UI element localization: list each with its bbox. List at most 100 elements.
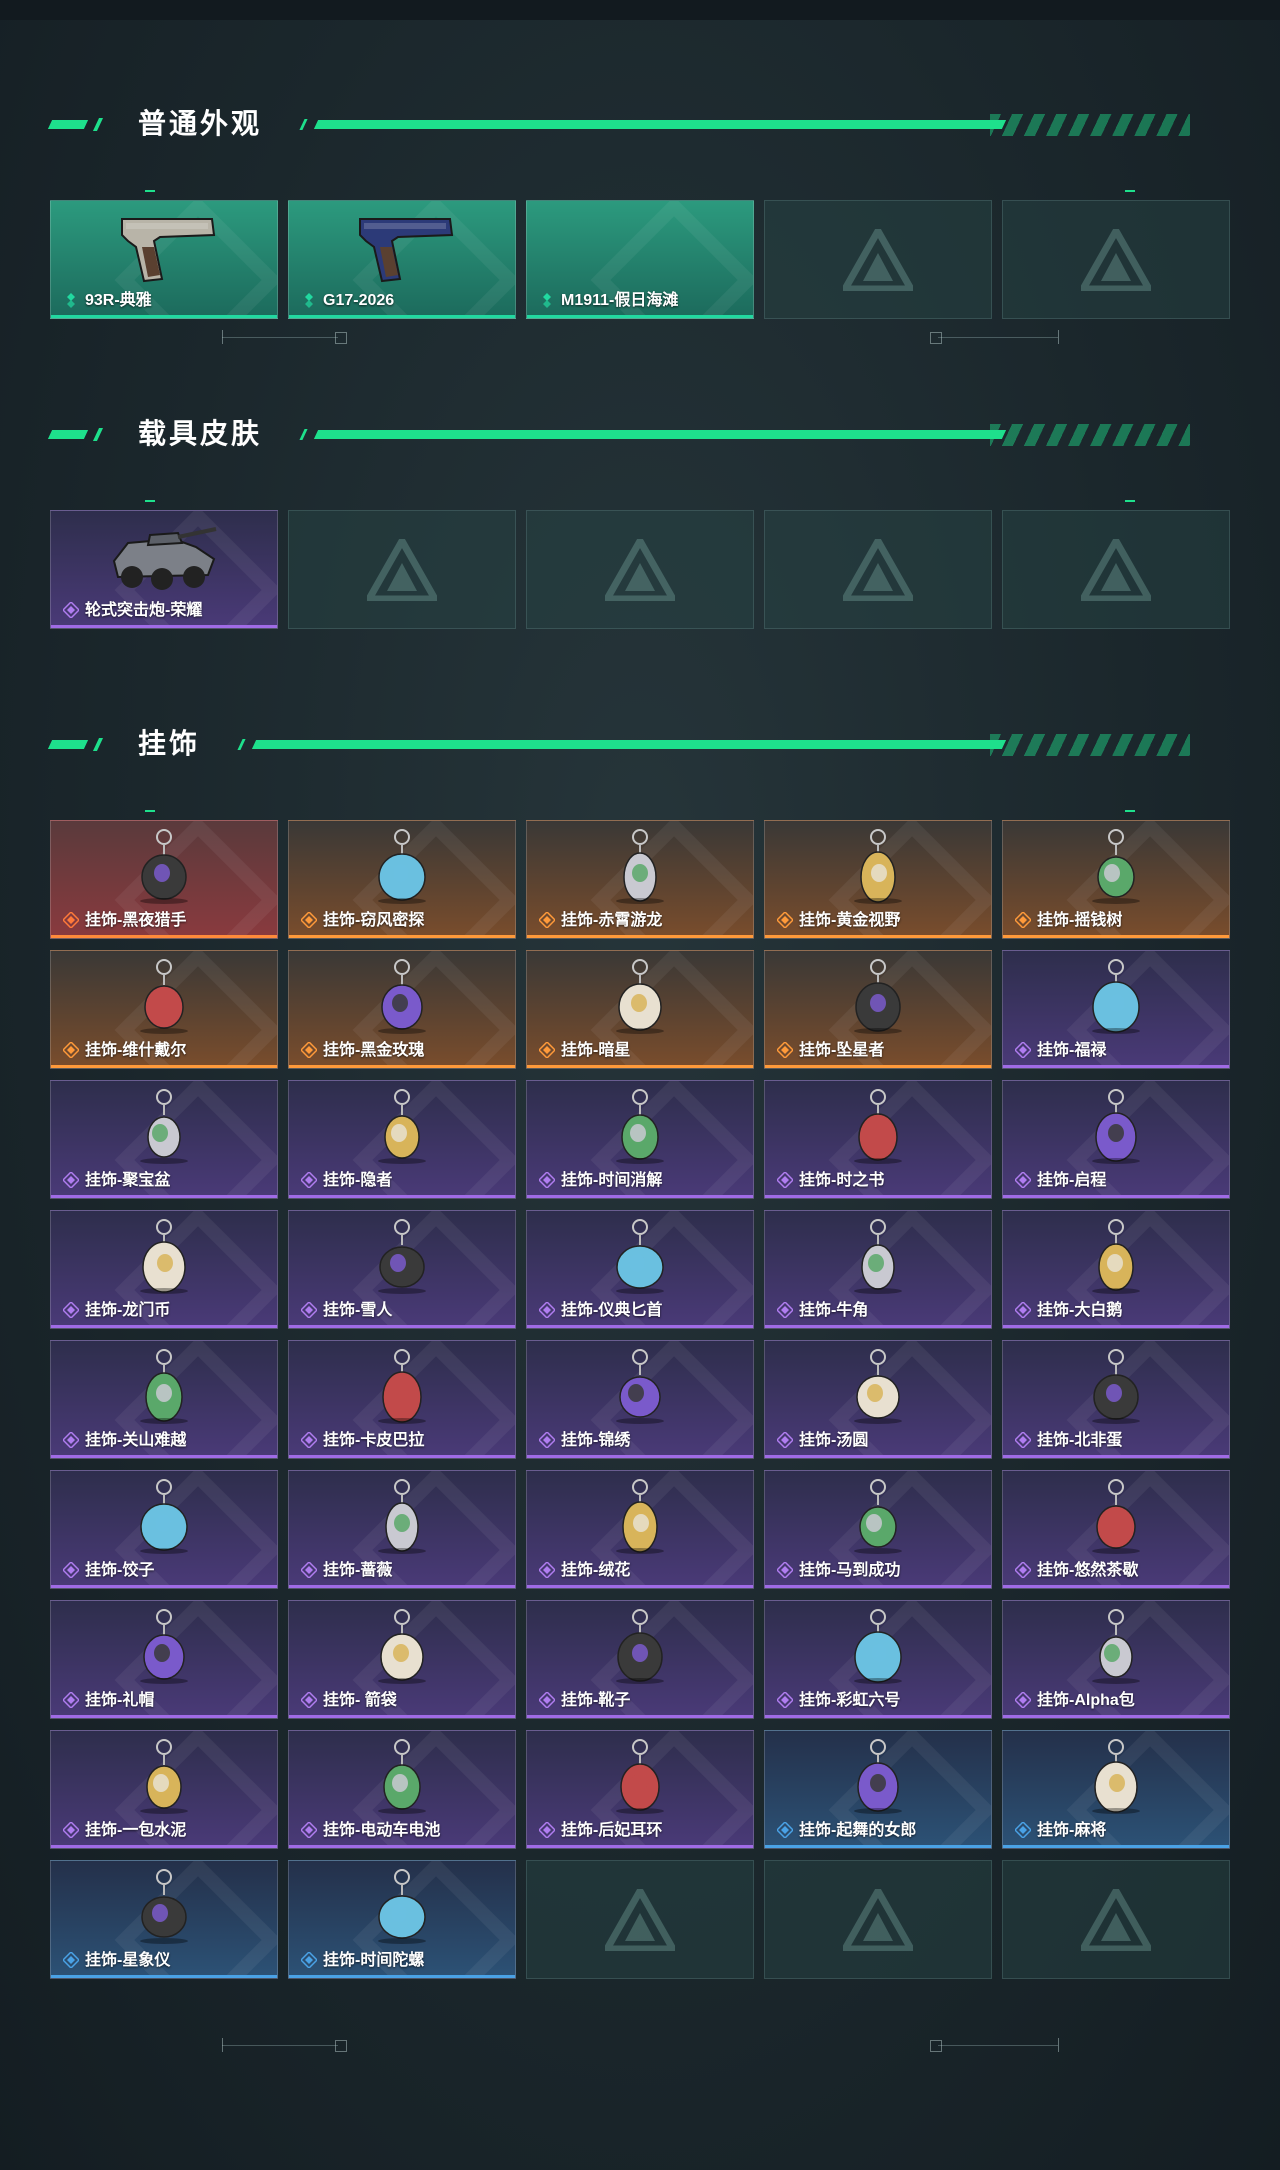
item-card[interactable]: 挂饰-靴子 xyxy=(526,1600,754,1719)
item-card[interactable]: 轮式突击炮-荣耀 xyxy=(50,510,278,629)
rarity-icon xyxy=(299,1040,319,1060)
deco-ruler-square xyxy=(930,2040,942,2052)
item-card[interactable]: G17-2026 xyxy=(288,200,516,319)
item-card[interactable]: 挂饰-电动车电池 xyxy=(288,1730,516,1849)
item-name: 挂饰-时间消解 xyxy=(561,1172,663,1189)
item-card[interactable]: 挂饰-赤霄游龙 xyxy=(526,820,754,939)
rarity-icon xyxy=(537,1430,557,1450)
item-card[interactable]: 挂饰-黑金玫瑰 xyxy=(288,950,516,1069)
rarity-icon xyxy=(61,1950,81,1970)
item-card[interactable]: 挂饰-暗星 xyxy=(526,950,754,1069)
charm-icon xyxy=(818,1347,938,1425)
rarity-icon xyxy=(537,910,557,930)
item-card[interactable]: 挂饰-坠星者 xyxy=(764,950,992,1069)
item-card[interactable]: 挂饰-黄金视野 xyxy=(764,820,992,939)
item-card[interactable]: 挂饰-牛角 xyxy=(764,1210,992,1329)
rarity-icon xyxy=(537,1170,557,1190)
item-name: 挂饰-隐者 xyxy=(323,1172,393,1189)
charm-icon xyxy=(342,1737,462,1815)
charm-icon xyxy=(580,1737,700,1815)
rarity-underline xyxy=(51,625,277,628)
item-card[interactable]: 挂饰-大白鹅 xyxy=(1002,1210,1230,1329)
item-name: 挂饰-赤霄游龙 xyxy=(561,912,663,929)
item-card[interactable]: 挂饰-马到成功 xyxy=(764,1470,992,1589)
charm-icon xyxy=(104,1737,224,1815)
item-card[interactable]: 挂饰-一包水泥 xyxy=(50,1730,278,1849)
item-card[interactable]: 挂饰-时间消解 xyxy=(526,1080,754,1199)
item-card[interactable]: 挂饰-启程 xyxy=(1002,1080,1230,1199)
item-card[interactable]: 挂饰-关山难越 xyxy=(50,1340,278,1459)
charm-icon xyxy=(1056,1607,1176,1685)
charm-icon xyxy=(580,1217,700,1295)
charm-icon xyxy=(342,827,462,905)
item-name: 挂饰-悠然茶歇 xyxy=(1037,1562,1139,1579)
item-name: 挂饰-黑夜猎手 xyxy=(85,912,187,929)
item-card[interactable]: 挂饰-隐者 xyxy=(288,1080,516,1199)
item-card[interactable]: 挂饰-仪典匕首 xyxy=(526,1210,754,1329)
item-name: 挂饰-摇钱树 xyxy=(1037,912,1123,929)
rarity-underline xyxy=(51,1325,277,1328)
item-name: 挂饰-维什戴尔 xyxy=(85,1042,187,1059)
rarity-icon xyxy=(299,1820,319,1840)
item-card[interactable]: 挂饰-北非蛋 xyxy=(1002,1340,1230,1459)
charm-icon xyxy=(580,1087,700,1165)
rarity-underline xyxy=(765,1455,991,1458)
rarity-icon xyxy=(539,292,555,308)
charm-icon xyxy=(1056,957,1176,1035)
item-card[interactable]: 挂饰- 箭袋 xyxy=(288,1600,516,1719)
rarity-icon xyxy=(63,292,79,308)
rarity-underline xyxy=(1003,1455,1229,1458)
charm-icon xyxy=(342,957,462,1035)
deco-dash xyxy=(145,500,155,502)
item-card[interactable]: 挂饰-福禄 xyxy=(1002,950,1230,1069)
charm-icon xyxy=(818,1217,938,1295)
item-card[interactable]: 挂饰-聚宝盆 xyxy=(50,1080,278,1199)
item-card[interactable]: 挂饰-卡皮巴拉 xyxy=(288,1340,516,1459)
item-card[interactable]: 挂饰-窃风密探 xyxy=(288,820,516,939)
item-card[interactable]: 挂饰-蔷薇 xyxy=(288,1470,516,1589)
item-card[interactable]: 挂饰-黑夜猎手 xyxy=(50,820,278,939)
item-name: 挂饰-Alpha包 xyxy=(1037,1692,1135,1709)
item-card[interactable]: 挂饰-彩虹六号 xyxy=(764,1600,992,1719)
item-name: 挂饰-星象仪 xyxy=(85,1952,171,1969)
rarity-underline xyxy=(51,935,277,938)
header-accent-bar xyxy=(47,120,89,129)
item-card[interactable]: 挂饰-摇钱树 xyxy=(1002,820,1230,939)
charm-icon xyxy=(104,957,224,1035)
charm-icon xyxy=(104,1867,224,1945)
section-title: 普通外观 xyxy=(138,108,263,139)
logo-emblem-icon xyxy=(600,533,680,603)
item-card[interactable]: 挂饰-汤圆 xyxy=(764,1340,992,1459)
item-card[interactable]: 挂饰-礼帽 xyxy=(50,1600,278,1719)
item-card[interactable]: 挂饰-龙门币 xyxy=(50,1210,278,1329)
item-card[interactable]: 93R-典雅 xyxy=(50,200,278,319)
item-card[interactable]: 挂饰-雪人 xyxy=(288,1210,516,1329)
rarity-underline xyxy=(289,1975,515,1978)
charm-icon xyxy=(342,1347,462,1425)
item-card[interactable]: 挂饰-悠然茶歇 xyxy=(1002,1470,1230,1589)
item-card[interactable]: 挂饰-麻将 xyxy=(1002,1730,1230,1849)
charm-icon xyxy=(104,827,224,905)
rarity-icon xyxy=(1013,1430,1033,1450)
item-card[interactable]: 挂饰-Alpha包 xyxy=(1002,1600,1230,1719)
item-name: 挂饰-电动车电池 xyxy=(323,1822,441,1839)
item-card[interactable]: 挂饰-时之书 xyxy=(764,1080,992,1199)
item-card[interactable]: 挂饰-维什戴尔 xyxy=(50,950,278,1069)
item-name: 挂饰- 箭袋 xyxy=(323,1692,397,1709)
rarity-underline xyxy=(527,315,753,318)
rarity-underline xyxy=(1003,1325,1229,1328)
item-card[interactable]: 挂饰-锦绣 xyxy=(526,1340,754,1459)
item-card[interactable]: 挂饰-饺子 xyxy=(50,1470,278,1589)
rarity-underline xyxy=(51,1455,277,1458)
deco-ruler-tick xyxy=(222,2038,223,2052)
item-card[interactable]: 挂饰-时间陀螺 xyxy=(288,1860,516,1979)
item-card[interactable]: 挂饰-绒花 xyxy=(526,1470,754,1589)
rarity-icon xyxy=(61,1430,81,1450)
rarity-icon xyxy=(61,1820,81,1840)
rarity-icon xyxy=(537,1040,557,1060)
item-card[interactable]: M1911-假日海滩 xyxy=(526,200,754,319)
item-card[interactable]: 挂饰-起舞的女郎 xyxy=(764,1730,992,1849)
item-card[interactable]: 挂饰-星象仪 xyxy=(50,1860,278,1979)
item-card[interactable]: 挂饰-后妃耳环 xyxy=(526,1730,754,1849)
rarity-underline xyxy=(527,1715,753,1718)
